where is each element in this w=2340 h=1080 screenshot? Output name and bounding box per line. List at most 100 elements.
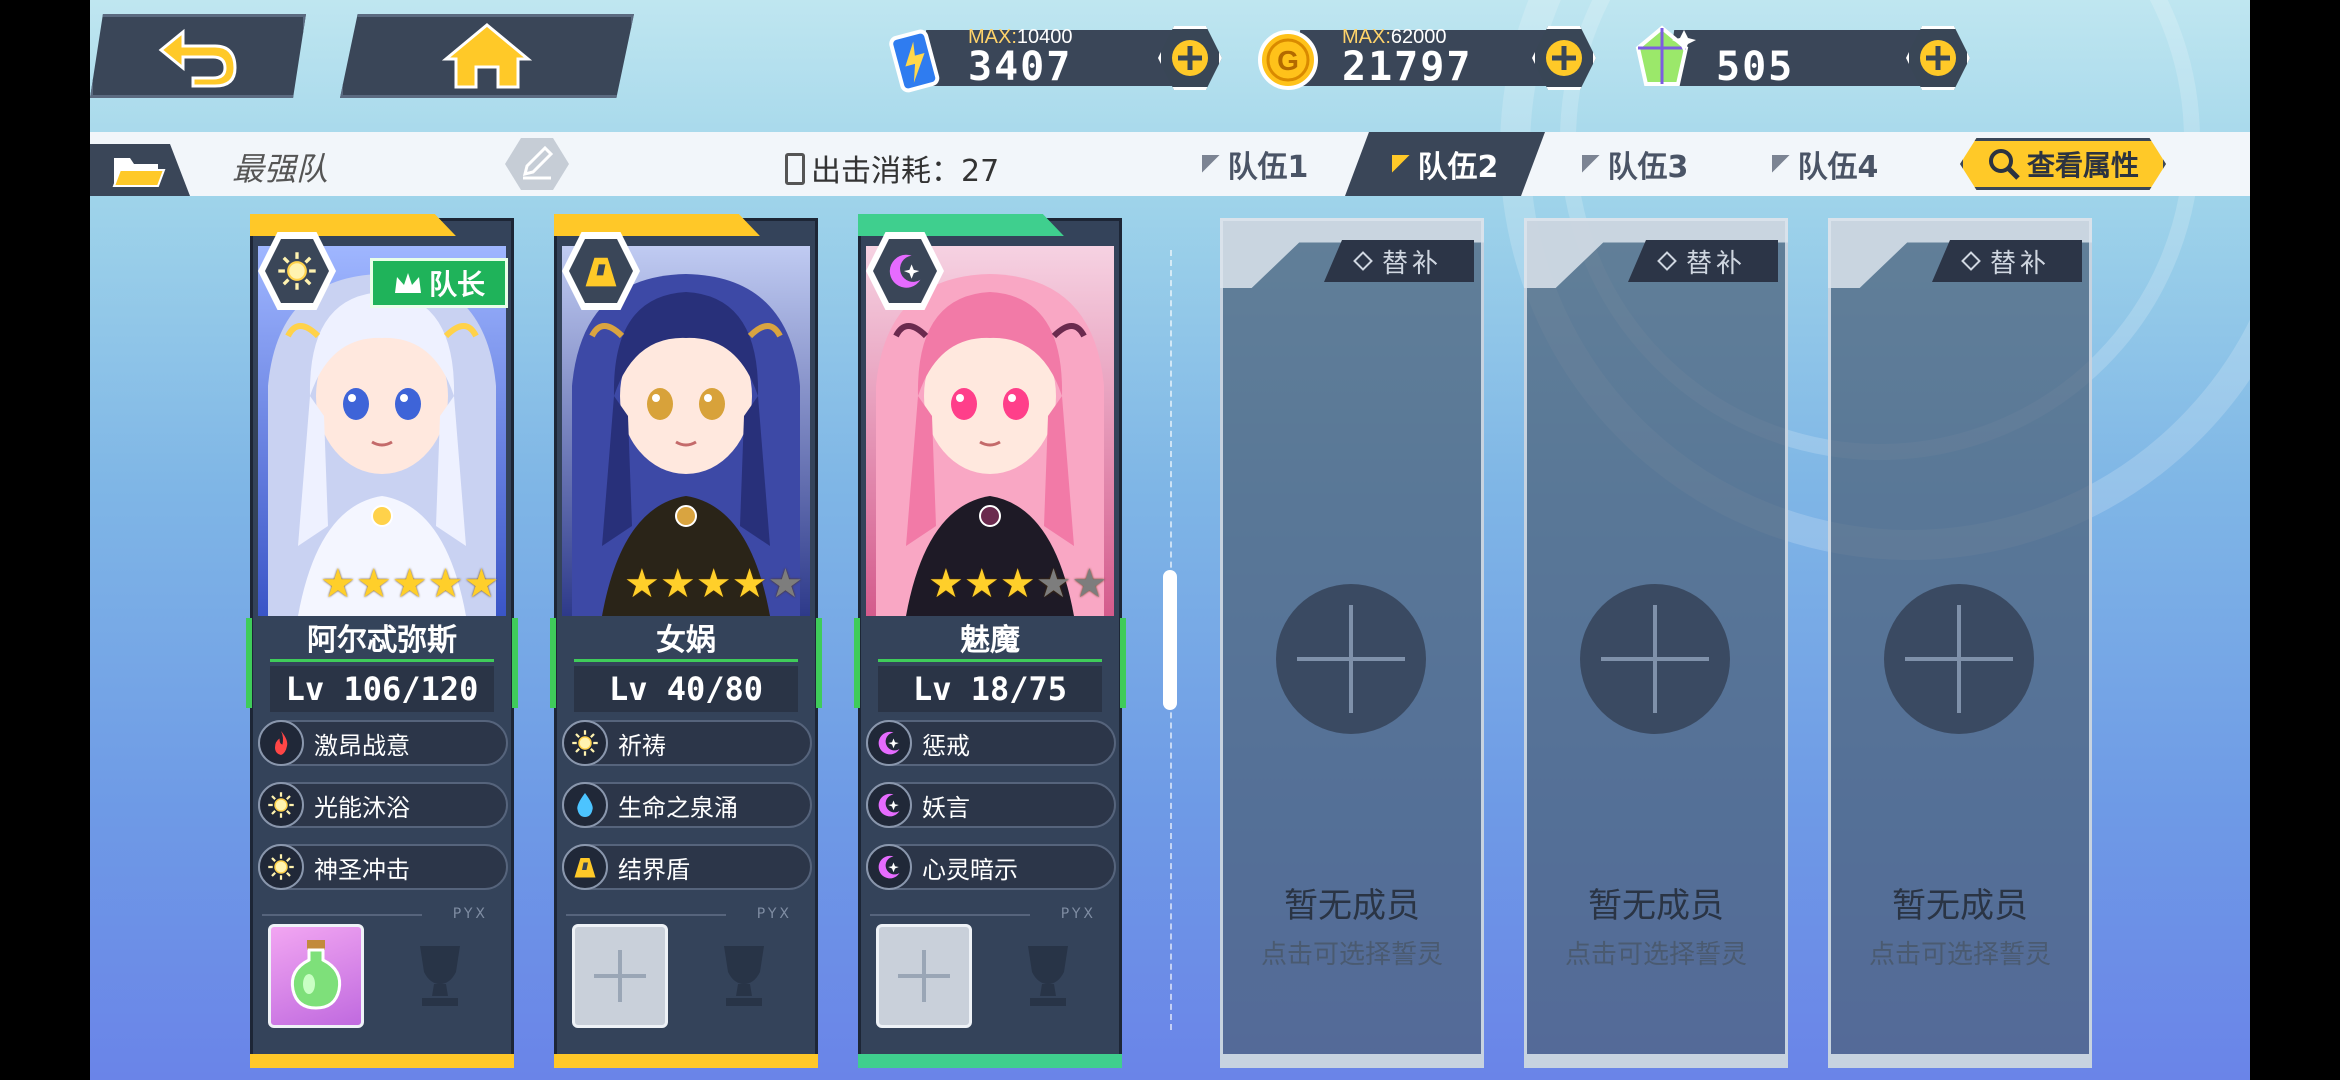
gem-resource: 505 (1626, 22, 1970, 92)
stamina-resource: MAX:10400 3407 (878, 22, 1222, 93)
moon-icon (866, 782, 912, 828)
svg-text:G: G (1277, 45, 1299, 76)
equipment-slot[interactable] (268, 924, 364, 1028)
tab-team-1[interactable]: 队伍1 (1155, 132, 1355, 196)
character-level: Lv 106/120 (270, 666, 494, 712)
view-attributes-button[interactable]: 查看属性 (1960, 138, 2166, 190)
back-button[interactable] (90, 14, 306, 98)
skill-item[interactable]: 心灵暗示 (866, 844, 1116, 890)
water-icon (562, 782, 608, 828)
crystal-icon (1635, 25, 1696, 86)
star-filled-icon: ★ (463, 561, 500, 607)
skill-item[interactable]: 激昂战意 (258, 720, 508, 766)
sun-icon (265, 239, 329, 303)
skill-item[interactable]: 生命之泉涌 (562, 782, 812, 828)
rarity-stripe (250, 1054, 514, 1068)
pyx-label: PYX (756, 906, 792, 922)
tab-team-3[interactable]: 队伍3 (1535, 132, 1735, 196)
star-filled-icon: ★ (731, 561, 768, 607)
skill-item[interactable]: 光能沐浴 (258, 782, 508, 828)
skill-item[interactable]: 妖言 (866, 782, 1116, 828)
diamond-icon (1657, 251, 1677, 271)
star-empty-icon: ★ (1071, 561, 1108, 607)
empty-slot-hint: 点击可选择誓灵 (1260, 940, 1443, 970)
equipment-slot[interactable] (876, 924, 972, 1028)
trophy-slot-icon[interactable] (704, 936, 784, 1016)
character-level: Lv 18/75 (878, 666, 1102, 712)
plus-icon (594, 950, 646, 1002)
add-member-button[interactable] (1884, 584, 2034, 734)
crown-icon (394, 273, 421, 293)
star-filled-icon: ★ (391, 561, 428, 607)
member-card[interactable]: ★ ★ ★ ★ ★ 女娲 Lv 40/80 祈祷 生命之泉涌 结界盾 PYX (550, 214, 822, 1068)
scrollbar-thumb[interactable] (1163, 570, 1177, 710)
tab-team-4[interactable]: 队伍4 (1725, 132, 1925, 196)
equipment-slot[interactable] (572, 924, 668, 1028)
rarity-stripe (554, 1054, 818, 1068)
character-name: 女娲 (574, 620, 798, 662)
skill-label: 光能沐浴 (314, 793, 410, 822)
empty-slot-hint: 点击可选择誓灵 (1564, 940, 1747, 970)
skill-label: 生命之泉涌 (618, 793, 738, 822)
moon-icon (866, 720, 912, 766)
star-filled-icon: ★ (695, 561, 732, 607)
star-filled-icon: ★ (999, 561, 1036, 607)
add-member-button[interactable] (1580, 584, 1730, 734)
potion-icon (281, 934, 351, 1018)
skill-label: 祈祷 (618, 731, 666, 760)
star-filled-icon: ★ (963, 561, 1000, 607)
home-button[interactable] (340, 14, 634, 98)
add-member-button[interactable] (1276, 584, 1426, 734)
home-icon (442, 23, 532, 89)
trophy-slot-icon[interactable] (400, 936, 480, 1016)
substitute-slot[interactable]: 替补 暂无成员 点击可选择誓灵 (1220, 218, 1484, 1068)
gold-coin-icon: G (1258, 30, 1318, 90)
battery-small-icon (785, 153, 805, 185)
rarity-stripe (858, 1054, 1122, 1068)
substitute-tag: 替补 (1324, 240, 1474, 282)
plus-icon (1601, 605, 1709, 713)
plus-icon (1905, 605, 2013, 713)
skill-label: 妖言 (922, 793, 970, 822)
character-name: 阿尔忒弥斯 (270, 620, 494, 662)
star-filled-icon: ★ (659, 561, 696, 607)
earth-icon (562, 844, 608, 890)
sun-icon (258, 844, 304, 890)
diamond-icon (1961, 251, 1981, 271)
star-filled-icon: ★ (355, 561, 392, 607)
pyx-label: PYX (452, 906, 488, 922)
gold-resource: G MAX:62000 21797 (1252, 22, 1596, 92)
skill-item[interactable]: 结界盾 (562, 844, 812, 890)
skill-label: 心灵暗示 (922, 855, 1018, 884)
substitute-slot[interactable]: 替补 暂无成员 点击可选择誓灵 (1828, 218, 2092, 1068)
star-empty-icon: ★ (1035, 561, 1072, 607)
trophy-slot-icon[interactable] (1008, 936, 1088, 1016)
empty-slot-title: 暂无成员 (1284, 886, 1420, 926)
star-empty-icon: ★ (767, 561, 804, 607)
stamina-value: 3407 (968, 44, 1073, 90)
team-name: 最强队 (232, 150, 329, 188)
gem-value: 505 (1716, 44, 1795, 90)
edit-team-name-button[interactable] (505, 136, 569, 192)
star-rating: ★ ★ ★ ★ ★ (928, 564, 1107, 604)
substitute-tag: 替补 (1932, 240, 2082, 282)
plus-icon (898, 950, 950, 1002)
plus-icon (1297, 605, 1405, 713)
magnifier-icon (1988, 149, 2020, 180)
skill-item[interactable]: 神圣冲击 (258, 844, 508, 890)
member-card[interactable]: 队长 ★ ★ ★ ★ ★ 阿尔忒弥斯 Lv 106/120 激昂战意 光能沐浴 神圣冲击… (246, 214, 518, 1068)
fire-icon (258, 720, 304, 766)
substitute-tag: 替补 (1628, 240, 1778, 282)
skill-item[interactable]: 惩戒 (866, 720, 1116, 766)
skill-item[interactable]: 祈祷 (562, 720, 812, 766)
skill-label: 激昂战意 (314, 731, 410, 760)
tab-team-2[interactable]: 队伍2 (1345, 132, 1545, 196)
character-level: Lv 40/80 (574, 666, 798, 712)
empty-slot-hint: 点击可选择誓灵 (1868, 940, 2051, 970)
battery-icon (889, 29, 940, 93)
substitute-slot[interactable]: 替补 暂无成员 点击可选择誓灵 (1524, 218, 1788, 1068)
pyx-label: PYX (1060, 906, 1096, 922)
skill-label: 惩戒 (922, 731, 970, 760)
skill-label: 神圣冲击 (314, 855, 410, 884)
member-card[interactable]: ★ ★ ★ ★ ★ 魅魔 Lv 18/75 惩戒 妖言 心灵暗示 PYX (854, 214, 1126, 1068)
